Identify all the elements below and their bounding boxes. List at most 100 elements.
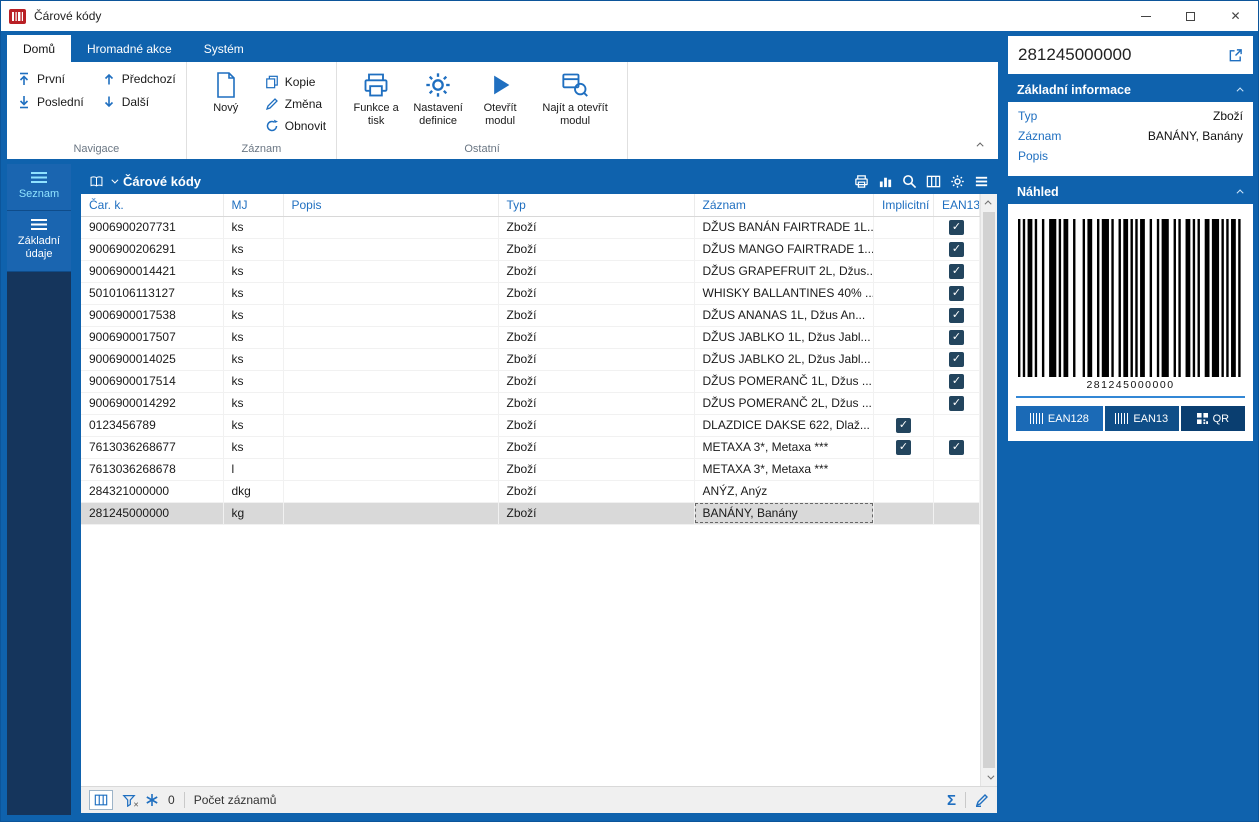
- checkbox-checked-icon[interactable]: ✓: [949, 373, 964, 389]
- tab-hromadne-akce[interactable]: Hromadné akce: [71, 35, 188, 62]
- nav-last-label: Poslední: [37, 95, 84, 109]
- table-row[interactable]: 281245000000 kg Zboží BANÁNY, Banány: [81, 502, 980, 525]
- table-row[interactable]: 9006900014421 ks Zboží DŽUS GRAPEFRUIT 2…: [81, 260, 980, 283]
- vertical-scrollbar[interactable]: [980, 194, 997, 786]
- cell-mj: kg: [223, 502, 284, 525]
- cell-code: 9006900017514: [81, 370, 224, 393]
- refresh-icon: [266, 119, 278, 132]
- nav-last-button[interactable]: Poslední: [17, 95, 84, 109]
- tab-system[interactable]: Systém: [188, 35, 260, 62]
- format-ean128-button[interactable]: EAN128: [1016, 406, 1103, 431]
- print-button[interactable]: [854, 174, 869, 189]
- cell-ean13: ✓: [933, 216, 980, 239]
- table-row[interactable]: 9006900207731 ks Zboží DŽUS BANÁN FAIRTR…: [81, 216, 980, 239]
- checkbox-checked-icon[interactable]: ✓: [949, 307, 964, 323]
- format-qr-button[interactable]: QR: [1180, 406, 1245, 431]
- minimize-button[interactable]: [1123, 1, 1168, 31]
- detail-panel: 281245000000 Základní informace Typ Zbož…: [1008, 36, 1253, 815]
- table-row[interactable]: 9006900014025 ks Zboží DŽUS JABLKO 2L, D…: [81, 348, 980, 371]
- scroll-up-button[interactable]: [981, 194, 997, 211]
- sidebar: Seznam Základní údaje: [7, 164, 71, 815]
- table-row[interactable]: 7613036268678 l Zboží METAXA 3*, Metaxa …: [81, 458, 980, 481]
- cell-zaznam: DŽUS MANGO FAIRTRADE 1...: [694, 238, 874, 261]
- checkbox-checked-icon[interactable]: ✓: [949, 351, 964, 367]
- sidebar-item-seznam[interactable]: Seznam: [7, 164, 71, 212]
- table-row[interactable]: 7613036268677 ks Zboží METAXA 3*, Metaxa…: [81, 436, 980, 459]
- column-header-car-k[interactable]: Čar. k.: [81, 194, 224, 217]
- nav-first-button[interactable]: První: [17, 72, 84, 86]
- checkbox-checked-icon[interactable]: ✓: [896, 439, 911, 455]
- functions-print-button[interactable]: Funkce a tisk: [347, 68, 405, 140]
- sidebar-item-seznam-label: Seznam: [18, 188, 60, 200]
- checkbox-checked-icon[interactable]: ✓: [949, 241, 964, 257]
- scroll-down-button[interactable]: [981, 769, 997, 786]
- column-header-zaznam[interactable]: Záznam: [694, 194, 874, 217]
- cell-implicitni: [873, 458, 934, 481]
- cell-popis: [283, 238, 499, 261]
- table-row[interactable]: 284321000000 dkg Zboží ANÝZ, Anýz: [81, 480, 980, 503]
- table-row[interactable]: 5010106113127 ks Zboží WHISKY BALLANTINE…: [81, 282, 980, 305]
- checkbox-checked-icon[interactable]: ✓: [949, 219, 964, 235]
- nav-next-button[interactable]: Další: [102, 95, 176, 109]
- ribbon-group-navigace: První Poslední Předchozí Další Navigace: [7, 62, 187, 159]
- column-header-implicitni[interactable]: Implicitní: [873, 194, 934, 217]
- copy-label: Kopie: [284, 75, 316, 89]
- copy-button[interactable]: Kopie: [265, 75, 326, 89]
- filter-button[interactable]: ✕: [122, 793, 139, 809]
- search-settings-button[interactable]: [902, 174, 917, 189]
- column-header-popis[interactable]: Popis: [283, 194, 499, 217]
- edit-button[interactable]: [975, 793, 989, 807]
- checkbox-checked-icon[interactable]: ✓: [949, 439, 964, 455]
- field-zaznam-label: Záznam: [1018, 129, 1062, 143]
- cell-code: 9006900014025: [81, 348, 224, 371]
- tab-domu[interactable]: Domů: [7, 35, 72, 62]
- ribbon-collapse-button[interactable]: [976, 134, 984, 152]
- basic-info-header[interactable]: Základní informace: [1008, 77, 1253, 102]
- columns-button[interactable]: [926, 174, 941, 189]
- sum-button[interactable]: Σ: [947, 792, 956, 809]
- checkbox-checked-icon[interactable]: ✓: [896, 417, 911, 433]
- view-book-button[interactable]: [89, 174, 104, 189]
- sidebar-item-zakladni-udaje[interactable]: Základní údaje: [7, 211, 71, 272]
- nav-previous-button[interactable]: Předchozí: [102, 72, 176, 86]
- new-button[interactable]: Nový: [197, 68, 255, 140]
- maximize-button[interactable]: [1168, 1, 1213, 31]
- cell-popis: [283, 370, 499, 393]
- basic-info-title: Základní informace: [1017, 82, 1131, 97]
- checkbox-checked-icon[interactable]: ✓: [949, 285, 964, 301]
- checkbox-checked-icon[interactable]: ✓: [949, 263, 964, 279]
- settings-button[interactable]: [950, 174, 965, 189]
- conditions-button[interactable]: [145, 793, 159, 807]
- cell-popis: [283, 480, 499, 503]
- open-module-button[interactable]: Otevřít modul: [471, 68, 529, 140]
- table-row[interactable]: 0123456789 ks Zboží DLAZDICE DAKSE 622, …: [81, 414, 980, 437]
- close-button[interactable]: ✕: [1213, 1, 1258, 31]
- scroll-thumb[interactable]: [983, 212, 995, 768]
- view-dropdown-button[interactable]: [111, 176, 119, 184]
- table-row[interactable]: 9006900014292 ks Zboží DŽUS POMERANČ 2L,…: [81, 392, 980, 415]
- checkbox-checked-icon[interactable]: ✓: [949, 329, 964, 345]
- chart-button[interactable]: [878, 174, 893, 189]
- grid-menu-button[interactable]: [974, 174, 989, 189]
- asterisk-icon: [146, 794, 158, 806]
- table-row[interactable]: 9006900017507 ks Zboží DŽUS JABLKO 1L, D…: [81, 326, 980, 349]
- view-mode-button[interactable]: [89, 790, 113, 810]
- format-ean13-button[interactable]: EAN13: [1104, 406, 1179, 431]
- table-row[interactable]: 9006900206291 ks Zboží DŽUS MANGO FAIRTR…: [81, 238, 980, 261]
- cell-mj: ks: [223, 392, 284, 415]
- column-header-typ[interactable]: Typ: [498, 194, 695, 217]
- change-button[interactable]: Změna: [265, 97, 326, 111]
- definition-settings-button[interactable]: Nastavení definice: [409, 68, 467, 140]
- cell-ean13: [933, 480, 980, 503]
- table-row[interactable]: 9006900017514 ks Zboží DŽUS POMERANČ 1L,…: [81, 370, 980, 393]
- find-open-module-button[interactable]: Najít a otevřít modul: [533, 68, 617, 140]
- refresh-button[interactable]: Obnovit: [265, 119, 326, 133]
- table-row[interactable]: 9006900017538 ks Zboží DŽUS ANANAS 1L, D…: [81, 304, 980, 327]
- column-header-ean13[interactable]: EAN13: [933, 194, 980, 217]
- checkbox-checked-icon[interactable]: ✓: [949, 395, 964, 411]
- column-header-mj[interactable]: MJ: [223, 194, 284, 217]
- open-record-button[interactable]: [1228, 48, 1243, 63]
- cell-code: 281245000000: [81, 502, 224, 525]
- grid-title: Čárové kódy: [123, 174, 202, 189]
- preview-header[interactable]: Náhled: [1008, 179, 1253, 204]
